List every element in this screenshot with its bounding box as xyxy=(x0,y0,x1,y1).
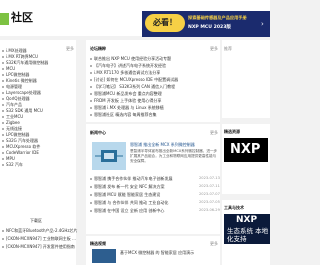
video-item[interactable]: 基于MCX 微控制器 的 智能家居 应用演示 xyxy=(120,250,194,256)
forum-item[interactable]: [讨论] 如何在 MCUXpresso IDE 中配置调试器 xyxy=(90,77,178,83)
bullet-icon xyxy=(2,128,4,130)
banner-headline: 探索基础传感器及产品应用手册 xyxy=(188,15,247,20)
main-column: 论坛精粹 更多 联合推出 NXP MCU 使用经验分享活动专题 【汽车电子】讲述… xyxy=(86,40,220,265)
bullet-icon xyxy=(90,72,92,74)
bullet-icon xyxy=(2,80,4,82)
nxp-promo[interactable]: NXP xyxy=(224,138,268,162)
bullet-icon xyxy=(90,79,92,81)
news-feature-title[interactable]: 恩智浦 推出全新 MCX 系列微控制器 xyxy=(130,142,218,148)
forum-more-link[interactable]: 更多 xyxy=(210,46,218,52)
forum-item[interactable]: 【汽车电子】讲述汽车电子系统开发经验 xyxy=(90,63,166,69)
news-more-link[interactable]: 更多 xyxy=(210,130,218,136)
nxp-logo-icon: NXP xyxy=(230,142,261,157)
bullet-icon xyxy=(90,194,92,196)
news-item[interactable]: 恩智浦 与 合作伙伴 共同 推动 工业自动化 xyxy=(90,200,168,206)
bullet-icon xyxy=(90,202,92,204)
logo-mark[interactable] xyxy=(0,13,9,25)
bullet-icon xyxy=(2,86,4,88)
nxp-logo-icon: NXP xyxy=(236,215,258,225)
left-panel: 更多 i.MX处理器 i.MX RT跨界MCU S32K汽车通用微控制器 MCU… xyxy=(0,40,78,265)
bullet-icon xyxy=(2,92,4,94)
bullet-icon xyxy=(2,146,4,148)
bullet-icon xyxy=(2,246,4,248)
forum-item[interactable]: 恩智浦社区 精选内容 每周推荐合集 xyxy=(90,112,157,118)
bullet-icon xyxy=(90,210,92,212)
forum-item[interactable]: 恩智浦 i.MX 处理器 与 Linux 系统移植 xyxy=(90,105,164,111)
download-item[interactable]: NFC和蓝牙Bluetooth产品-2.4GHz芯片 xyxy=(2,228,78,234)
forum-card: 论坛精粹 更多 联合推出 NXP MCU 使用经验分享活动专题 【汽车电子】讲述… xyxy=(86,40,220,122)
bullet-icon xyxy=(2,158,4,160)
download-section-title: 下载区 xyxy=(30,218,42,223)
banner-subline: NXP MCU 2023版 xyxy=(188,25,232,30)
news-item[interactable]: 恩智浦 发布 新一代 安全 NFC 解决方案 xyxy=(90,184,164,190)
banner-arrow-icon: › xyxy=(261,20,264,28)
bullet-icon xyxy=(90,186,92,188)
bullet-icon xyxy=(2,140,4,142)
news-feature-thumbnail[interactable] xyxy=(92,142,126,170)
bullet-icon xyxy=(2,116,4,118)
forum-item[interactable]: 【学习笔记】 S32K3系列 CAN 通信入门教程 xyxy=(90,84,175,90)
news-item[interactable]: 恩智浦 MCU 赋能 智能家居 生态建设 xyxy=(90,192,160,198)
bullet-icon xyxy=(90,93,92,95)
chip-image-icon xyxy=(95,150,123,162)
bullet-icon xyxy=(2,238,4,240)
bullet-icon xyxy=(2,164,4,166)
bullet-icon xyxy=(2,62,4,64)
news-item[interactable]: 恩智浦 携手合作伙伴 推动汽车电子创新发展 xyxy=(90,176,173,182)
news-date: 2023-07-05 xyxy=(199,200,220,204)
right-column: 推荐 精选资源 NXP 工具与技术 NXP 生态系统 本地化支持 xyxy=(222,40,270,265)
selected-card: 精选资源 NXP xyxy=(222,124,270,194)
forum-item[interactable]: 联合推出 NXP MCU 使用经验分享活动专题 xyxy=(90,56,171,62)
selected-title: 精选资源 xyxy=(224,129,240,134)
bullet-icon xyxy=(2,56,4,58)
bullet-icon xyxy=(2,152,4,154)
bullet-icon xyxy=(90,65,92,67)
download-item[interactable]: [CKON-MCXN947] 工业物联网主板 ... xyxy=(2,236,76,242)
tools-card: 工具与技术 NXP 生态系统 本地化支持 xyxy=(222,200,270,265)
news-date: 2023-07-13 xyxy=(199,176,220,180)
video-more-link[interactable]: 更多 xyxy=(210,241,218,247)
site-title[interactable]: 社区 xyxy=(11,12,33,24)
tools-text: 生态系统 本地化支持 xyxy=(227,227,269,243)
bullet-icon xyxy=(2,110,4,112)
bullet-icon xyxy=(90,114,92,116)
promo-banner[interactable]: 必看！ 探索基础传感器及产品应用手册 NXP MCU 2023版 › xyxy=(142,11,270,37)
forum-item[interactable]: FRDM 开发板 上手体验 使用心得分享 xyxy=(90,98,161,104)
video-thumbnail[interactable] xyxy=(92,249,116,263)
bullet-icon xyxy=(2,98,4,100)
news-feature-desc: 恩智浦半导体宣布推出全新MCX系列微控制器，进一步扩展其产品组合，为工业和物联网… xyxy=(130,149,218,163)
bullet-icon xyxy=(90,58,92,60)
bullet-icon xyxy=(90,100,92,102)
news-date: 2023-07-11 xyxy=(199,184,220,188)
left-more-link[interactable]: 更多 xyxy=(66,46,74,52)
tools-banner[interactable]: NXP 生态系统 本地化支持 xyxy=(224,214,270,244)
news-card: 新闻中心 更多 恩智浦 推出全新 MCX 系列微控制器 恩智浦半导体宣布推出全新… xyxy=(86,124,220,234)
bullet-icon xyxy=(2,134,4,136)
download-item[interactable]: [CKON-MCXN947] 开发套件使用指南 xyxy=(2,244,75,250)
bullet-icon xyxy=(90,107,92,109)
news-title: 新闻中心 xyxy=(90,130,106,135)
bullet-icon xyxy=(2,230,4,232)
bullet-icon xyxy=(90,178,92,180)
right-top-card: 推荐 xyxy=(222,40,270,118)
forum-title: 论坛精粹 xyxy=(90,46,106,51)
tools-title: 工具与技术 xyxy=(224,205,244,210)
bullet-icon xyxy=(2,50,4,52)
news-date: 2023-07-07 xyxy=(199,192,220,196)
bullet-icon xyxy=(90,86,92,88)
nav-item[interactable]: S32 汽车 xyxy=(2,162,23,168)
bullet-icon xyxy=(2,74,4,76)
forum-item[interactable]: i.MX RT1170 多核通信调试方法分享 xyxy=(90,70,160,76)
video-card: 精选视频 更多 基于MCX 微控制器 的 智能家居 应用演示 xyxy=(86,236,220,265)
top-header: 社区 必看！ 探索基础传感器及产品应用手册 NXP MCU 2023版 › xyxy=(0,0,270,37)
bullet-icon xyxy=(2,122,4,124)
banner-badge: 必看！ xyxy=(145,14,185,32)
video-title: 精选视频 xyxy=(90,241,106,246)
news-item[interactable]: 恩智浦 在中国 设立 全新 应用 创新中心 xyxy=(90,208,164,214)
bullet-icon xyxy=(2,68,4,70)
bullet-icon xyxy=(2,104,4,106)
news-date: 2023-06-29 xyxy=(199,208,220,212)
right-top-label[interactable]: 推荐 xyxy=(224,46,232,52)
forum-item[interactable]: 恩智浦MCU 新品发布会 重点内容整理 xyxy=(90,91,162,97)
